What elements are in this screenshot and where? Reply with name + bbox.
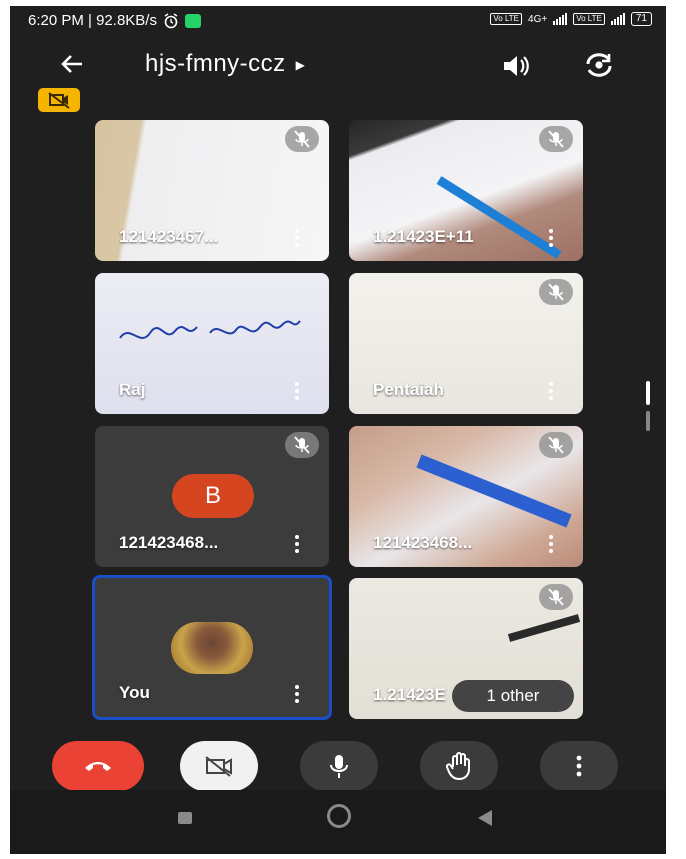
microphone-button[interactable] <box>300 741 378 791</box>
participant-tile-5[interactable]: B 121423468... <box>95 426 329 567</box>
end-call-icon <box>85 762 111 771</box>
meeting-title[interactable]: hjs-fmny-ccz ▶ <box>145 50 305 78</box>
volte-badge-2: Vo LTE <box>573 13 605 25</box>
signal-icon-2 <box>610 13 625 25</box>
mic-off-icon <box>539 279 573 305</box>
camera-off-badge[interactable] <box>38 88 80 112</box>
home-icon[interactable] <box>327 804 351 828</box>
camera-off-icon <box>205 756 232 777</box>
participant-tile-1[interactable]: 121423467... <box>95 120 329 261</box>
others-pill[interactable]: 1 other <box>452 680 574 712</box>
scrollbar[interactable] <box>646 381 650 431</box>
status-time-speed: 6:20 PM | 92.8KB/s <box>28 12 157 29</box>
tile-more-icon[interactable] <box>295 535 299 553</box>
avatar-initial: B <box>172 474 254 518</box>
camera-flip-icon[interactable] <box>582 50 616 80</box>
tile-more-icon[interactable] <box>295 685 299 703</box>
participant-tile-6[interactable]: 121423468... <box>349 426 583 567</box>
participant-name: 121423467... <box>119 227 219 246</box>
signal-icon-1 <box>553 13 568 25</box>
speaker-icon[interactable] <box>500 51 532 81</box>
alarm-icon <box>164 12 178 28</box>
microphone-icon <box>330 755 348 778</box>
whatsapp-icon <box>184 13 201 28</box>
system-nav-bar <box>10 790 666 854</box>
participant-tile-3[interactable]: Raj <box>95 273 329 414</box>
pen-image <box>416 454 572 528</box>
scroll-track <box>646 411 650 431</box>
back-triangle-icon[interactable] <box>478 810 492 826</box>
mic-off-icon <box>539 432 573 458</box>
participant-tile-4[interactable]: Pentaiah <box>349 273 583 414</box>
tile-more-icon[interactable] <box>295 229 299 247</box>
handwriting-image <box>119 320 301 339</box>
tile-more-icon[interactable] <box>549 382 553 400</box>
participant-name: Raj <box>119 380 146 399</box>
mic-off-icon <box>285 432 319 458</box>
participant-name: You <box>119 683 150 702</box>
mic-off-icon <box>539 126 573 152</box>
network-type: 4G+ <box>528 13 548 25</box>
end-call-button[interactable] <box>52 741 144 791</box>
raise-hand-button[interactable] <box>420 741 498 791</box>
self-avatar <box>171 622 253 674</box>
battery-icon: 71 <box>630 12 652 26</box>
recents-icon[interactable] <box>178 812 192 824</box>
status-left: 6:20 PM | 92.8KB/s <box>28 12 201 29</box>
self-tile[interactable]: You <box>92 575 332 720</box>
participant-name: 121423468... <box>119 533 219 552</box>
tile-more-icon[interactable] <box>295 382 299 400</box>
scroll-thumb[interactable] <box>646 381 650 405</box>
more-options-icon <box>576 755 582 777</box>
status-bar: 6:20 PM | 92.8KB/s Vo LTE 4G+ Vo LTE 71 <box>10 6 666 36</box>
raise-hand-icon <box>445 752 470 781</box>
participant-name: 121423468... <box>373 533 473 552</box>
mic-off-icon <box>539 584 573 610</box>
phone-screen: 6:20 PM | 92.8KB/s Vo LTE 4G+ Vo LTE 71 … <box>10 6 666 854</box>
camera-off-badge-icon <box>48 92 70 109</box>
participant-tile-2[interactable]: 1.21423E+11 <box>349 120 583 261</box>
arrow-left-icon[interactable] <box>56 48 88 80</box>
pen-image <box>507 614 581 642</box>
status-right: Vo LTE 4G+ Vo LTE 71 <box>490 12 652 26</box>
participant-name: 1.21423E+11 <box>373 227 474 246</box>
tile-more-icon[interactable] <box>549 535 553 553</box>
participant-name: 1.21423E <box>373 685 446 704</box>
tile-more-icon[interactable] <box>549 229 553 247</box>
mic-off-icon <box>285 126 319 152</box>
camera-toggle-button[interactable] <box>180 741 258 791</box>
more-options-button[interactable] <box>540 741 618 791</box>
participant-name: Pentaiah <box>373 380 444 399</box>
caret-right-icon: ▶ <box>295 57 306 72</box>
volte-badge-1: Vo LTE <box>490 13 523 25</box>
meeting-header: hjs-fmny-ccz ▶ <box>10 44 666 88</box>
meeting-code: hjs-fmny-ccz <box>145 50 286 77</box>
